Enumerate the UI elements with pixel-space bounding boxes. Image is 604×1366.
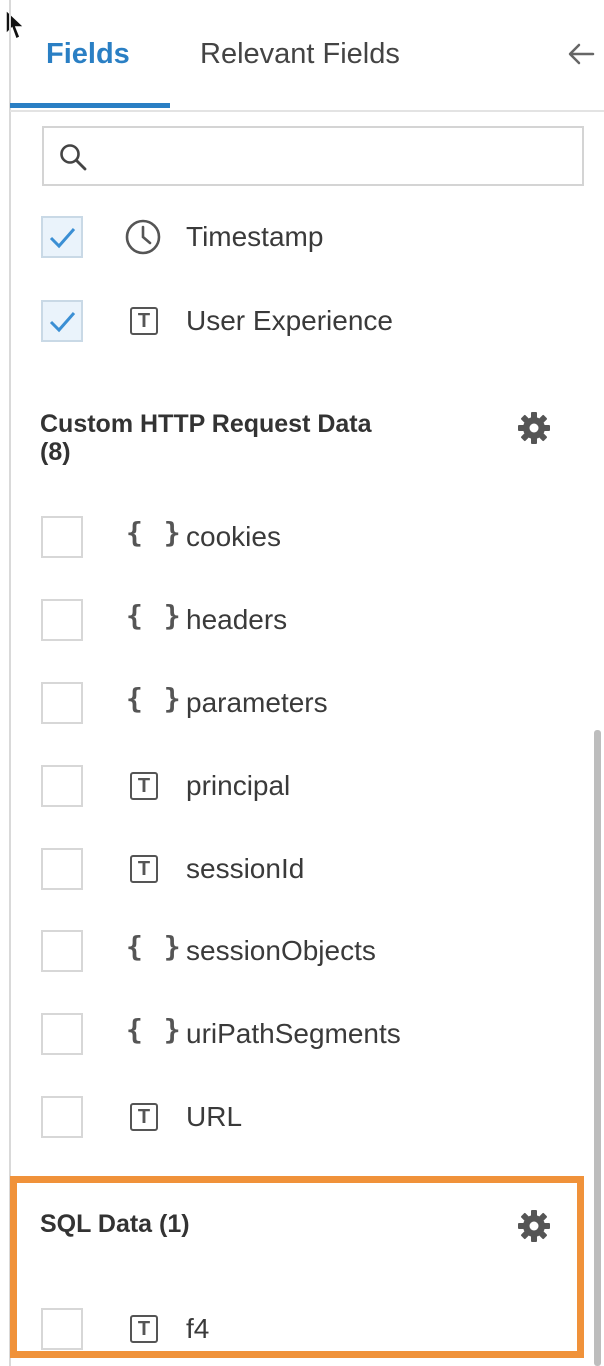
checkbox[interactable]: [41, 516, 83, 558]
text-type-icon: T: [130, 307, 158, 335]
checkbox[interactable]: [41, 848, 83, 890]
section-title-custom-http: Custom HTTP Request Data (8): [40, 410, 372, 466]
field-row-uripathsegments[interactable]: { } uriPathSegments: [0, 1005, 560, 1065]
text-type-icon: T: [130, 772, 158, 800]
field-tabs: Fields Relevant Fields: [10, 0, 604, 112]
checkbox[interactable]: [41, 1013, 83, 1055]
field-row-url[interactable]: T URL: [0, 1088, 560, 1148]
active-tab-indicator: [10, 103, 170, 108]
checkmark-icon: [49, 228, 76, 249]
gear-icon[interactable]: [516, 410, 552, 446]
field-label: f4: [186, 1313, 210, 1344]
tab-relevant-fields[interactable]: Relevant Fields: [200, 36, 400, 72]
search-icon: [60, 144, 87, 171]
field-label: uriPathSegments: [186, 1018, 401, 1049]
gear-icon[interactable]: [516, 1208, 552, 1244]
braces-icon: { }: [126, 1013, 183, 1046]
text-type-icon: T: [130, 1315, 158, 1343]
search-input[interactable]: [98, 136, 572, 178]
checkbox[interactable]: [41, 1096, 83, 1138]
field-row-timestamp[interactable]: Timestamp: [0, 208, 560, 268]
checkbox[interactable]: [41, 930, 83, 972]
field-label: sessionId: [186, 853, 305, 884]
field-row-cookies[interactable]: { } cookies: [0, 508, 560, 568]
checkbox[interactable]: [41, 765, 83, 807]
field-label: URL: [186, 1101, 243, 1132]
collapse-arrow-icon[interactable]: [563, 36, 599, 72]
section-title-text: Custom HTTP Request Data: [40, 410, 372, 438]
field-label: sessionObjects: [186, 935, 376, 966]
field-row-sessionid[interactable]: T sessionId: [0, 840, 560, 900]
field-search[interactable]: [42, 126, 584, 186]
section-title-sql: SQL Data (1): [40, 1210, 190, 1238]
checkbox-checked[interactable]: [41, 216, 83, 258]
field-row-headers[interactable]: { } headers: [0, 591, 560, 651]
text-type-icon: T: [130, 1103, 158, 1131]
braces-icon: { }: [126, 930, 183, 963]
field-label: headers: [186, 604, 288, 635]
field-row-sessionobjects[interactable]: { } sessionObjects: [0, 922, 560, 982]
checkbox[interactable]: [41, 682, 83, 724]
field-label: Timestamp: [186, 221, 324, 252]
braces-icon: { }: [126, 516, 183, 549]
field-row-parameters[interactable]: { } parameters: [0, 674, 560, 734]
clock-icon: [125, 219, 161, 255]
checkmark-icon: [49, 312, 76, 333]
field-row-f4[interactable]: T f4: [0, 1300, 560, 1360]
field-label: User Experience: [186, 305, 393, 336]
field-label: principal: [186, 770, 291, 801]
section-count: (8): [40, 438, 71, 466]
field-label: parameters: [186, 687, 328, 718]
field-row-user-experience[interactable]: T User Experience: [0, 292, 560, 352]
braces-icon: { }: [126, 682, 183, 715]
braces-icon: { }: [126, 599, 183, 632]
field-label: cookies: [186, 521, 281, 552]
scrollbar[interactable]: [594, 730, 601, 1366]
text-type-icon: T: [130, 855, 158, 883]
checkbox[interactable]: [41, 1308, 83, 1350]
checkbox-checked[interactable]: [41, 300, 83, 342]
field-row-principal[interactable]: T principal: [0, 757, 560, 817]
tab-fields[interactable]: Fields: [46, 36, 130, 72]
checkbox[interactable]: [41, 599, 83, 641]
